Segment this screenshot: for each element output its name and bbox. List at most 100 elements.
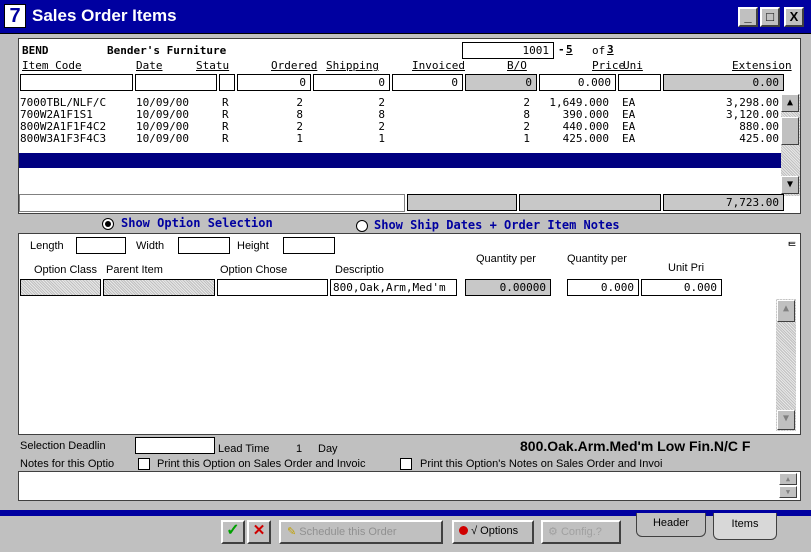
order-number-field[interactable]: 1001 — [462, 42, 554, 59]
pencil-icon: ✎ — [287, 526, 297, 538]
table-row[interactable]: 800W2A1F1F4C2 10/09/00 R 2 2 2 440.000 EA 880.00 — [0, 120, 790, 133]
tab-header[interactable]: Header — [636, 513, 706, 537]
col-price: Price — [592, 59, 626, 72]
option-chose-input[interactable] — [217, 279, 328, 296]
extension-field: 0.00 — [663, 74, 784, 91]
grid-scroll-thumb[interactable] — [781, 117, 799, 145]
length-label: Length — [30, 240, 64, 252]
tab-items[interactable]: Items — [713, 513, 777, 540]
cell-status: R — [222, 132, 229, 145]
schedule-order-button[interactable]: ✎ Schedule this Order — [279, 520, 443, 544]
minimize-button[interactable]: _ — [738, 7, 758, 27]
title-bar[interactable]: 7 Sales Order Items _ □ X — [0, 0, 811, 34]
order-dash: - — [558, 43, 565, 56]
ordered-input[interactable]: 0 — [237, 74, 311, 91]
col-date: Date — [136, 59, 163, 72]
option-chose-header: Option Chose — [220, 264, 288, 276]
close-button[interactable]: X — [784, 7, 804, 27]
parent-item-header: Parent Item — [106, 264, 163, 276]
table-row[interactable]: 7000TBL/NLF/C 10/09/00 R 2 2 2 1,649.000 EA 3,29… — [0, 96, 790, 109]
qty-per-header-2: Quantity per — [567, 253, 627, 265]
radio-ship-dates[interactable] — [356, 220, 368, 232]
selection-deadline-label: Selection Deadlin — [20, 440, 106, 452]
qty-per-input-2[interactable]: 0.000 — [567, 279, 639, 296]
qty-per-field-1: 0.00000 — [465, 279, 551, 296]
grid-scroll-down[interactable]: ▼ — [781, 176, 799, 194]
col-status: Statu — [196, 59, 230, 72]
schedule-order-label: Schedule this Order — [299, 526, 397, 538]
config-label: Config.? — [560, 526, 602, 538]
totals-left — [19, 194, 405, 212]
grid-scroll-up[interactable]: ▲ — [781, 94, 799, 112]
cell-ordered: 1 — [296, 132, 303, 145]
notes-label: Notes for this Optio — [20, 458, 115, 470]
customer-name: Bender's Furniture — [107, 44, 227, 57]
unit-price-input[interactable]: 0.000 — [641, 279, 722, 296]
sales-order-items-window: 7 Sales Order Items _ □ X BEND Bender's … — [0, 0, 811, 552]
option-scroll-down[interactable]: ▼ — [777, 410, 795, 430]
description-header: Descriptio — [335, 264, 384, 276]
cancel-button[interactable]: ✕ — [247, 520, 271, 544]
cell-date: 10/09/00 — [136, 132, 189, 145]
cell-shipping: 1 — [378, 132, 385, 145]
order-of-label: of — [592, 44, 606, 57]
maximize-button[interactable]: □ — [760, 7, 780, 27]
cell-unit: EA — [622, 132, 636, 145]
selection-deadline-input[interactable] — [135, 437, 215, 454]
table-row[interactable]: 700W2A1F1S1 10/09/00 R 8 8 8 390.000 EA 3,120.00 — [0, 108, 790, 121]
option-description-field[interactable]: 800,Oak,Arm,Med'm — [330, 279, 457, 296]
corner-icon: ᄐ — [787, 240, 798, 253]
col-backorder: B/O — [507, 59, 527, 72]
print-option-label: Print this Option on Sales Order and Inv… — [157, 458, 366, 470]
status-input[interactable] — [219, 74, 235, 91]
col-ordered: Ordered — [271, 59, 318, 72]
notes-textarea[interactable] — [18, 471, 801, 501]
table-row[interactable]: 800W3A1F3F4C3 10/09/00 R 1 1 1 425.000 EA 425.00 — [0, 132, 790, 145]
print-notes-label: Print this Option's Notes on Sales Order… — [420, 458, 663, 470]
order-line-number: 5 — [566, 43, 573, 56]
radio-option-selection[interactable] — [102, 218, 114, 230]
item-code-input[interactable] — [20, 74, 133, 91]
gear-icon: ⚙ — [548, 526, 558, 538]
price-input[interactable]: 0.000 — [539, 74, 616, 91]
print-option-checkbox[interactable] — [138, 458, 150, 470]
option-class-header: Option Class — [34, 264, 97, 276]
totals-mid1 — [407, 194, 517, 211]
selected-row-highlight[interactable] — [19, 153, 785, 168]
height-input[interactable] — [283, 237, 335, 254]
cell-bo: 1 — [523, 132, 530, 145]
unit-price-header: Unit Pri — [668, 262, 705, 274]
ship-dates-label: Show Ship Dates + Order Item Notes — [374, 218, 620, 232]
notes-scroll-down[interactable]: ▼ — [779, 486, 797, 498]
window-title: Sales Order Items — [32, 6, 177, 25]
width-label: Width — [136, 240, 165, 252]
length-input[interactable] — [76, 237, 126, 254]
width-input[interactable] — [178, 237, 230, 254]
option-scroll-up[interactable]: ▲ — [777, 300, 795, 322]
order-total-lines: 3 — [607, 43, 614, 56]
col-invoiced: Invoiced — [412, 59, 465, 72]
lead-time-unit: Day — [318, 443, 338, 455]
backorder-field: 0 — [465, 74, 537, 91]
unit-input[interactable] — [618, 74, 661, 91]
notes-scroll-up[interactable]: ▲ — [779, 473, 797, 485]
col-extension: Extension — [732, 59, 792, 72]
options-button[interactable]: √ Options — [452, 520, 534, 544]
parent-item-field — [103, 279, 215, 296]
customer-code: BEND — [22, 44, 49, 57]
invoiced-input[interactable]: 0 — [392, 74, 463, 91]
date-input[interactable] — [135, 74, 217, 91]
cell-price: 425.000 — [562, 132, 609, 145]
shipping-input[interactable]: 0 — [313, 74, 390, 91]
config-button[interactable]: ⚙ Config.? — [541, 520, 621, 544]
cell-ext: 425.00 — [739, 132, 779, 145]
options-label: √ Options — [471, 525, 519, 537]
ok-button[interactable]: ✓ — [221, 520, 245, 544]
totals-mid2 — [519, 194, 661, 211]
app-icon[interactable]: 7 — [4, 4, 26, 28]
option-long-description: 800.Oak.Arm.Med'm Low Fin.N/C F — [520, 438, 751, 454]
cell-item: 800W3A1F3F4C3 — [20, 132, 107, 145]
print-notes-checkbox[interactable] — [400, 458, 412, 470]
red-dot-icon — [459, 526, 468, 535]
option-class-field — [20, 279, 101, 296]
